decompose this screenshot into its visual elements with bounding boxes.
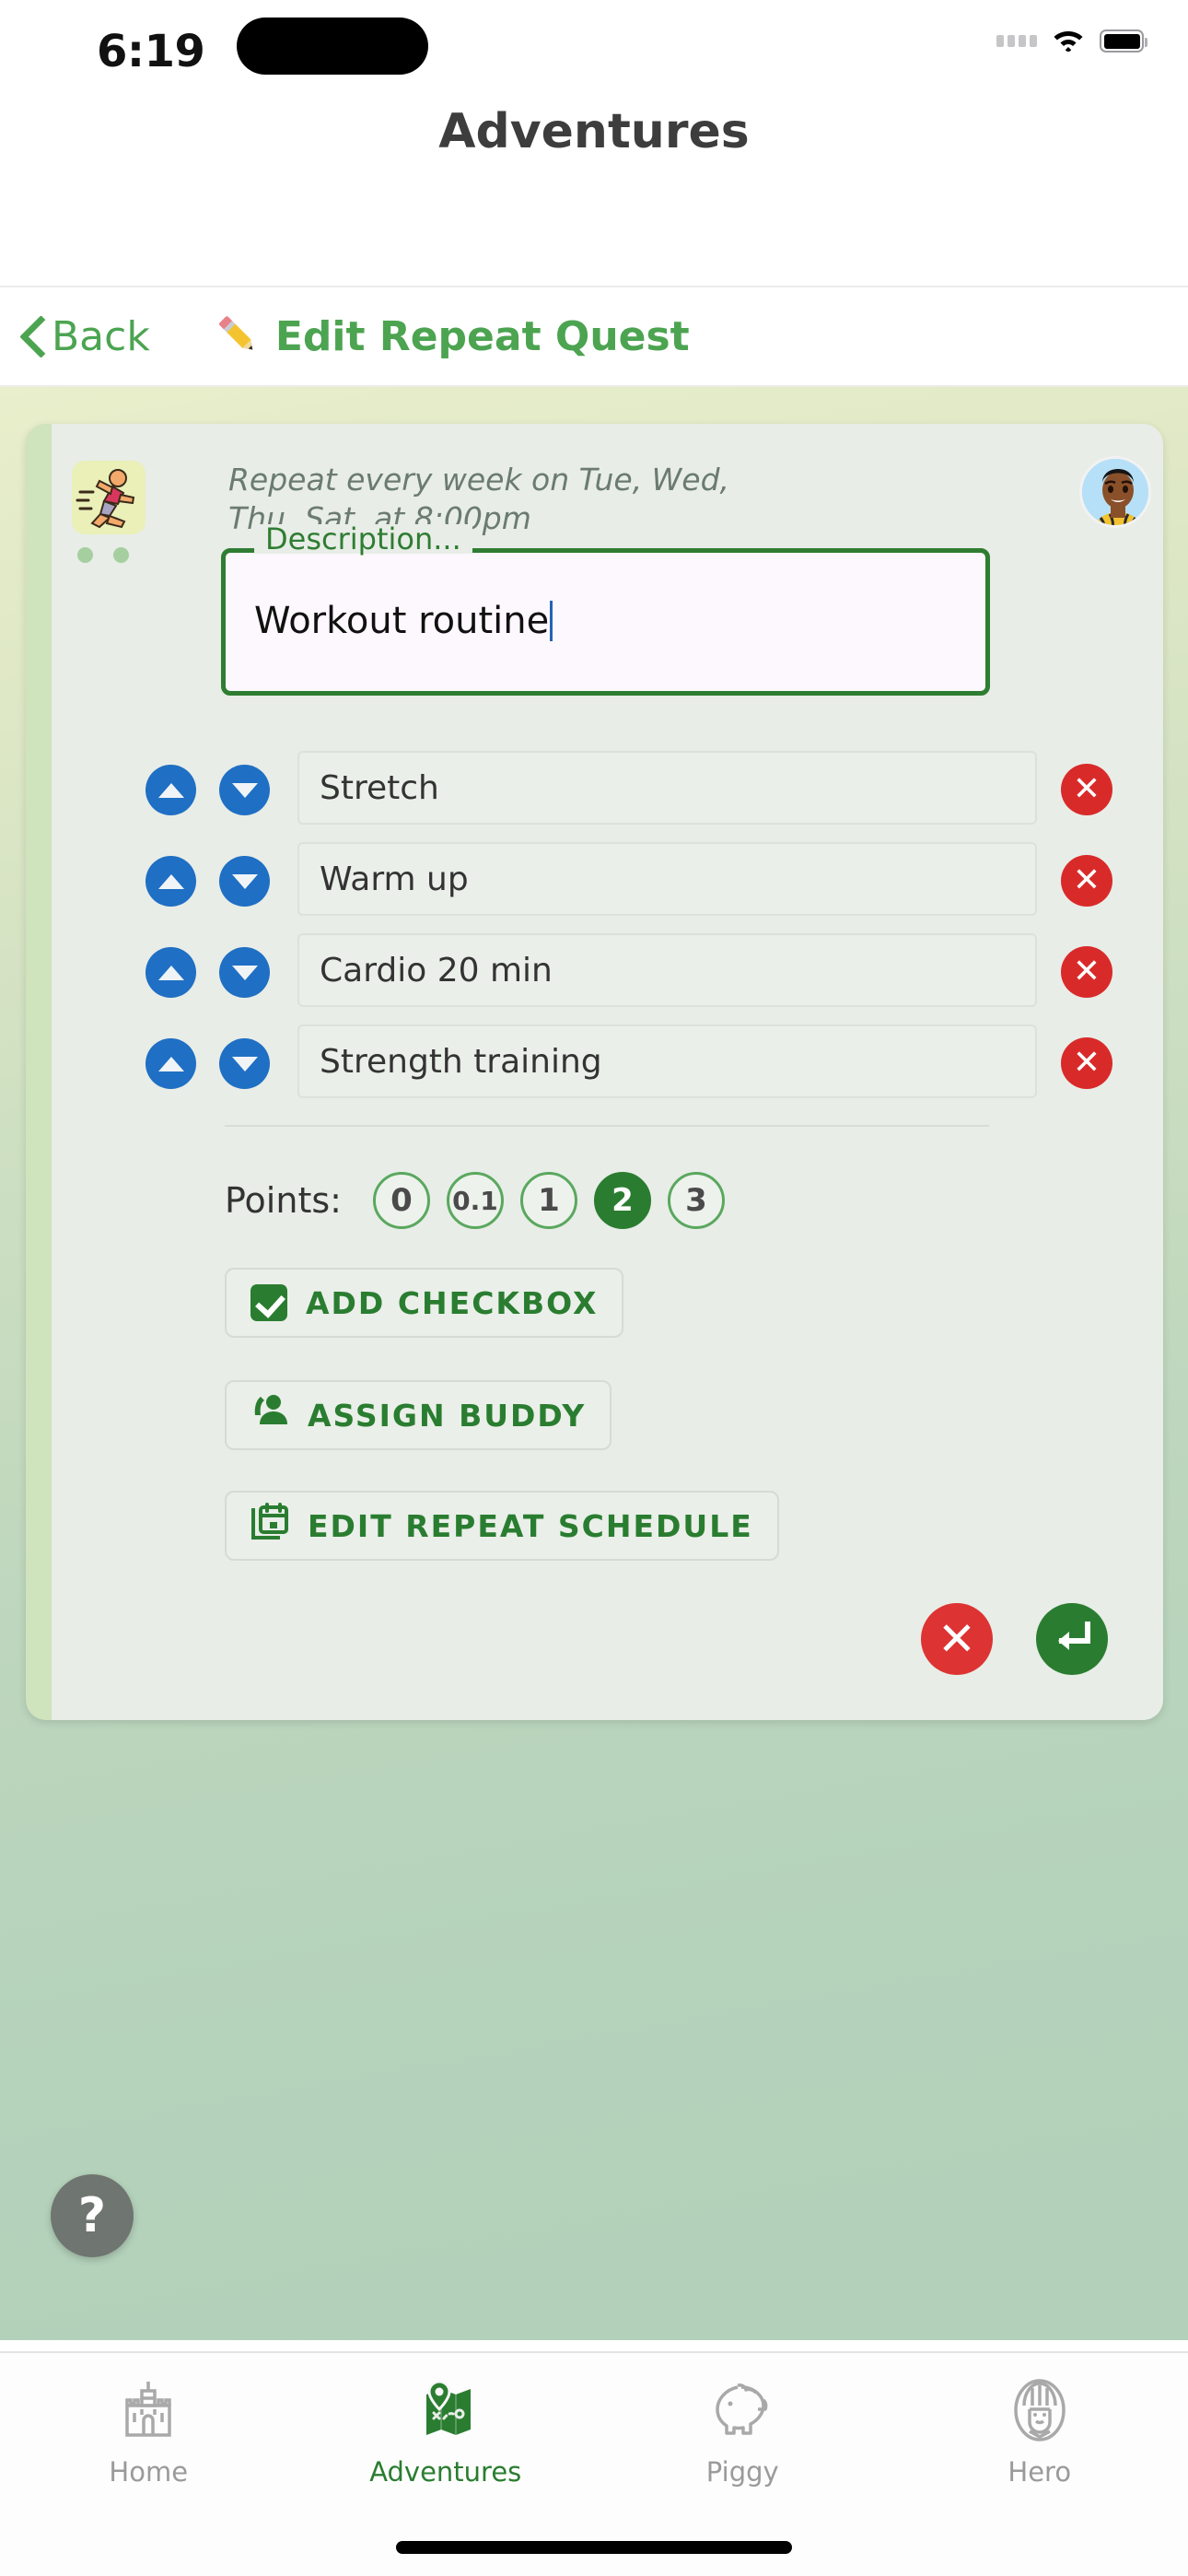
- assign-buddy-button[interactable]: ASSIGN BUDDY: [225, 1380, 612, 1450]
- tab-bar: Home Adventures Piggy Hero: [0, 2351, 1188, 2576]
- question-mark-icon: ?: [77, 2188, 107, 2243]
- status-bar: 6:19: [0, 0, 1188, 92]
- dynamic-island: [237, 18, 428, 75]
- chevron-left-icon: [20, 316, 44, 357]
- text-caret: [550, 601, 553, 641]
- arrow-down-icon: [231, 1056, 258, 1071]
- move-up-button[interactable]: [146, 856, 196, 907]
- points-option[interactable]: 3: [667, 1172, 725, 1229]
- section-divider: [225, 1125, 989, 1127]
- add-checkbox-button[interactable]: ADD CHECKBOX: [225, 1268, 624, 1338]
- description-input[interactable]: Workout routine: [254, 600, 553, 642]
- points-option[interactable]: 0.1: [446, 1172, 504, 1229]
- points-option[interactable]: 2: [593, 1172, 651, 1229]
- cancel-button[interactable]: ✕: [921, 1603, 993, 1675]
- delete-circle-icon: ✕: [1072, 770, 1101, 808]
- piggy-bank-icon: [707, 2375, 777, 2445]
- arrow-up-icon: [157, 873, 184, 889]
- edit-repeat-schedule-button[interactable]: EDIT REPEAT SCHEDULE: [225, 1491, 779, 1561]
- checkbox-checked-icon: [250, 1284, 287, 1321]
- move-up-button[interactable]: [146, 765, 196, 815]
- navigation-bar: Back Edit Repeat Quest: [0, 286, 1188, 387]
- running-person-icon: [72, 461, 146, 534]
- arrow-down-icon: [231, 873, 258, 889]
- checkbox-text-input[interactable]: Stretch: [297, 751, 1037, 825]
- navbar-title: Edit Repeat Quest: [274, 312, 690, 360]
- move-up-button[interactable]: [146, 1038, 196, 1089]
- checkbox-text-input[interactable]: Strength training: [297, 1025, 1037, 1098]
- tab-adventures[interactable]: Adventures: [297, 2375, 595, 2488]
- back-button[interactable]: Back: [0, 313, 150, 360]
- checkbox-row: Strength training ✕: [0, 1018, 1188, 1109]
- tab-hero[interactable]: Hero: [891, 2375, 1188, 2488]
- tab-hero-label: Hero: [1007, 2456, 1072, 2488]
- description-field[interactable]: Description... Workout routine: [221, 524, 990, 696]
- navbar-title-group: Edit Repeat Quest: [213, 310, 690, 362]
- tab-piggy[interactable]: Piggy: [594, 2375, 891, 2488]
- submit-button[interactable]: [1036, 1603, 1108, 1675]
- move-down-button[interactable]: [219, 765, 270, 815]
- tab-adventures-label: Adventures: [369, 2456, 522, 2488]
- description-label: Description...: [254, 524, 472, 554]
- checkbox-row: Warm up ✕: [0, 836, 1188, 927]
- help-button[interactable]: ?: [51, 2174, 134, 2257]
- checkbox-row: Cardio 20 min ✕: [0, 927, 1188, 1018]
- quest-status-dots: [77, 547, 129, 563]
- delete-circle-icon: ✕: [1072, 861, 1101, 899]
- map-pin-icon: [411, 2375, 481, 2445]
- arrow-up-icon: [157, 782, 184, 798]
- castle-icon: [113, 2375, 183, 2445]
- assign-buddy-label: ASSIGN BUDDY: [308, 1397, 587, 1434]
- arrow-down-icon: [231, 965, 258, 980]
- home-indicator: [396, 2541, 792, 2554]
- delete-circle-icon: ✕: [1072, 953, 1101, 990]
- move-down-button[interactable]: [219, 1038, 270, 1089]
- checkbox-text-input[interactable]: Warm up: [297, 842, 1037, 916]
- checkbox-list: Stretch ✕ Warm up ✕ Cardio 20 min ✕ Strength t…: [0, 744, 1188, 1109]
- back-button-label: Back: [52, 312, 150, 360]
- checkbox-text-input[interactable]: Cardio 20 min: [297, 933, 1037, 1007]
- arrow-up-icon: [157, 1056, 184, 1071]
- delete-circle-icon: ✕: [1072, 1044, 1101, 1082]
- delete-checkbox-button[interactable]: ✕: [1061, 946, 1112, 998]
- knight-icon: [1005, 2375, 1075, 2445]
- tab-home[interactable]: Home: [0, 2375, 297, 2488]
- pencil-icon: [213, 310, 261, 362]
- move-up-button[interactable]: [146, 947, 196, 998]
- points-option[interactable]: 1: [519, 1172, 577, 1229]
- x-icon: ✕: [938, 1612, 976, 1666]
- page-title: Adventures: [438, 104, 750, 159]
- enter-return-icon: [1051, 1619, 1093, 1659]
- battery-icon: [1100, 29, 1147, 53]
- arrow-up-icon: [157, 965, 184, 980]
- arrow-down-icon: [231, 782, 258, 798]
- checkbox-row: Stretch ✕: [0, 744, 1188, 836]
- points-label: Points:: [225, 1180, 342, 1221]
- status-bar-indicators: [996, 29, 1147, 53]
- wifi-icon: [1053, 29, 1084, 53]
- calendar-copy-icon: [250, 1503, 289, 1549]
- tab-piggy-label: Piggy: [705, 2456, 779, 2488]
- signal-dots-icon: [996, 35, 1037, 47]
- person-raised-hand-icon: [250, 1393, 289, 1437]
- move-down-button[interactable]: [219, 856, 270, 907]
- app-screen: 6:19 Adventures Back Edit Repeat Quest R…: [0, 0, 1188, 2576]
- status-bar-time: 6:19: [97, 26, 205, 77]
- points-selector: Points: 0 0.1 1 2 3: [225, 1172, 725, 1229]
- delete-checkbox-button[interactable]: ✕: [1061, 1037, 1112, 1089]
- points-option[interactable]: 0: [372, 1172, 430, 1229]
- tab-home-label: Home: [109, 2456, 189, 2488]
- delete-checkbox-button[interactable]: ✕: [1061, 764, 1112, 815]
- edit-repeat-schedule-label: EDIT REPEAT SCHEDULE: [308, 1507, 753, 1544]
- add-checkbox-label: ADD CHECKBOX: [306, 1284, 599, 1321]
- avatar[interactable]: [1079, 456, 1151, 528]
- move-down-button[interactable]: [219, 947, 270, 998]
- delete-checkbox-button[interactable]: ✕: [1061, 855, 1112, 907]
